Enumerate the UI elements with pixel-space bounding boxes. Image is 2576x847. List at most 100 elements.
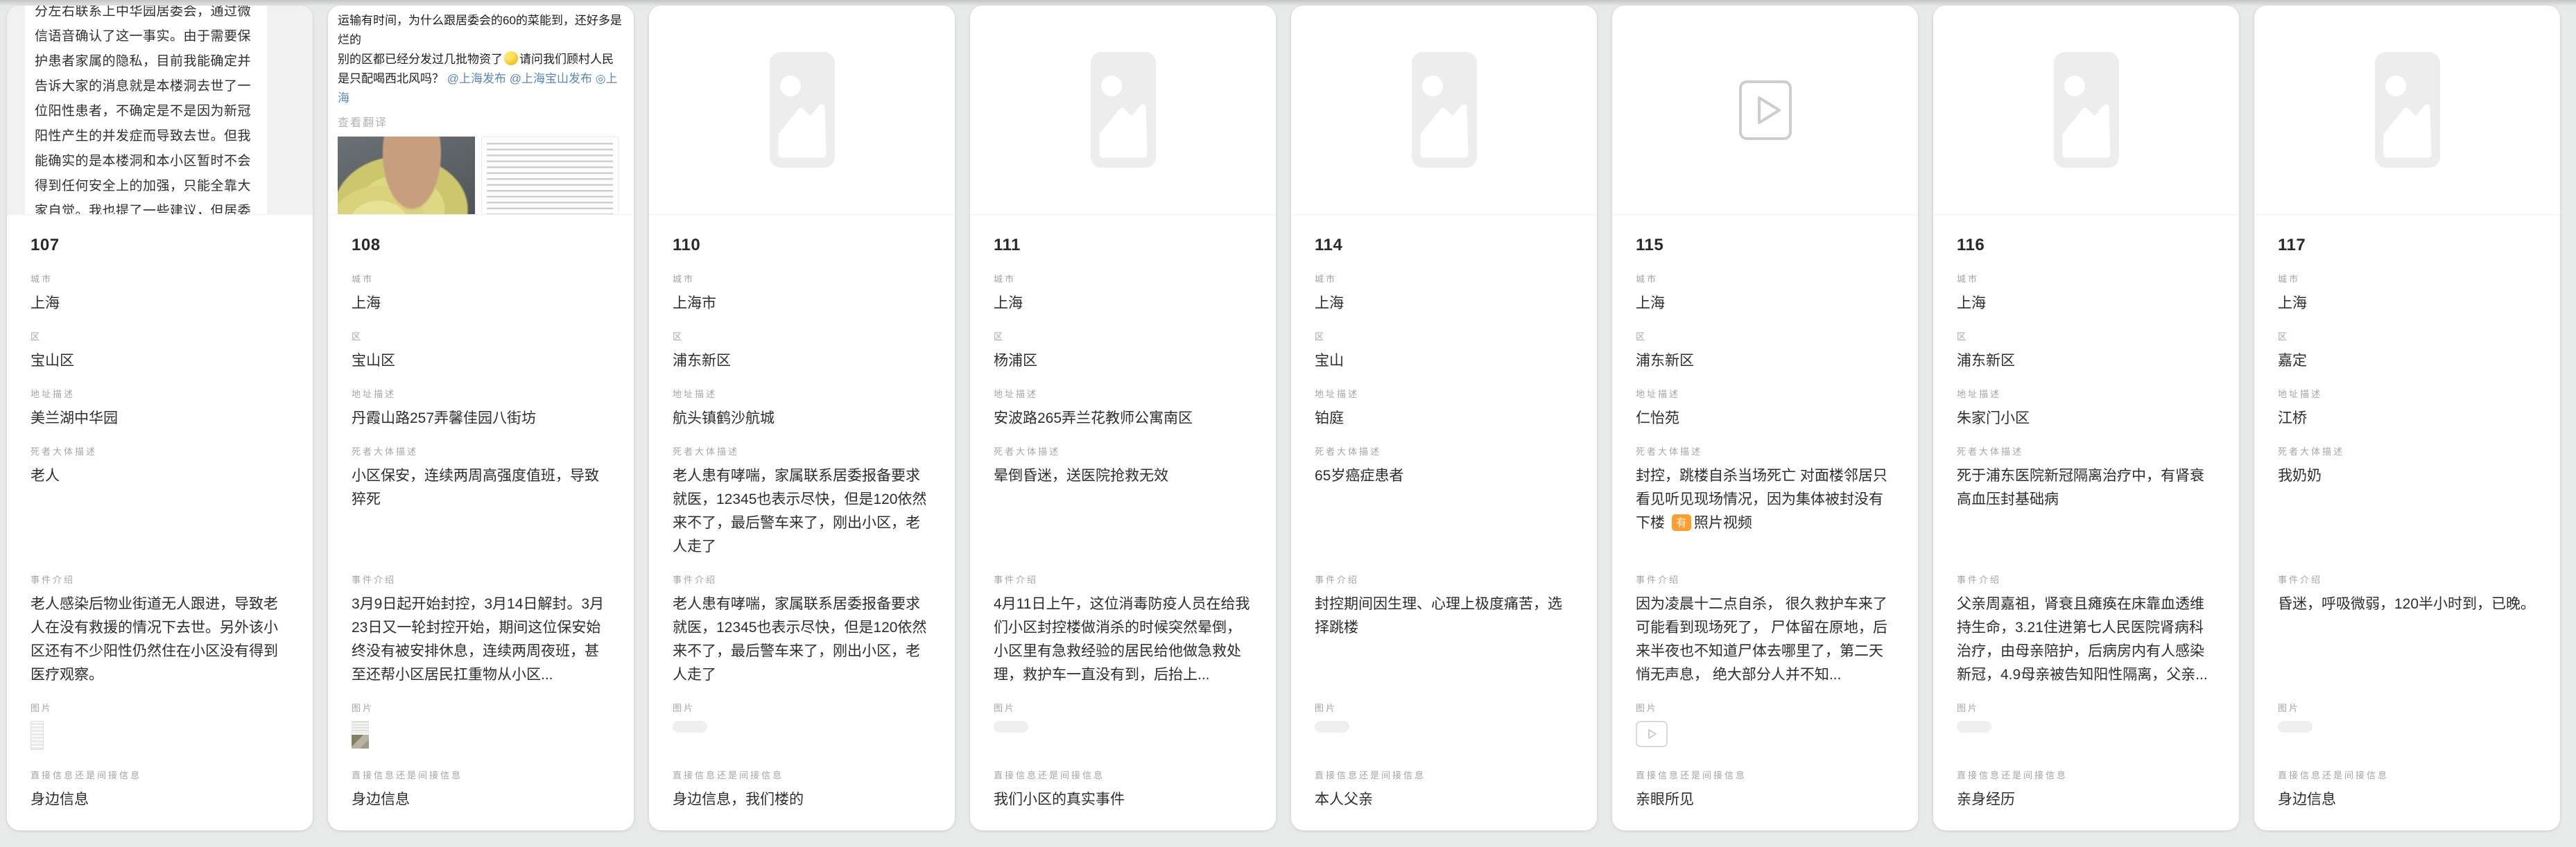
field-value-address: 丹霞山路257弄馨佳园八街坊 (352, 407, 610, 430)
has-photo-video-badge: 有 (1672, 514, 1691, 531)
field-address: 地址描述铂庭 (1315, 387, 1573, 430)
card-cover-video[interactable] (1612, 6, 1918, 215)
field-value-address: 美兰湖中华园 (31, 407, 289, 430)
field-image: 图片 (1636, 701, 1894, 754)
field-label-district: 区 (352, 329, 610, 342)
field-value-address: 铂庭 (1315, 407, 1573, 430)
field-city: 城市上海 (1957, 272, 2215, 315)
field-value-city: 上海市 (673, 292, 931, 315)
card-cover-image[interactable] (1933, 6, 2239, 215)
video-play-icon (1738, 80, 1792, 141)
field-label-intro: 事件介绍 (31, 573, 289, 586)
field-label-city: 城市 (1636, 272, 1894, 285)
card-cover-image[interactable]: 运输有时间，为什么跟居委会的60的菜能到，还好多是烂的 别的区都已经分发过几批物… (328, 6, 634, 215)
field-label-district: 区 (31, 329, 289, 342)
field-label-city: 城市 (352, 272, 610, 285)
field-image: 图片 (673, 701, 931, 754)
field-label-image: 图片 (2278, 701, 2536, 714)
field-address: 地址描述丹霞山路257弄馨佳园八街坊 (352, 387, 610, 430)
field-label-district: 区 (673, 329, 931, 342)
field-address: 地址描述仁怡苑 (1636, 387, 1894, 430)
field-label-address: 地址描述 (352, 387, 610, 400)
record-id: 115 (1636, 236, 1894, 255)
field-value-direct: 身边信息，我们楼的 (673, 788, 931, 812)
record-card[interactable]: 114 城市上海 区宝山 地址描述铂庭 死者大体描述65岁癌症患者 事件介绍封控… (1291, 6, 1597, 830)
image-thumbnail[interactable] (994, 721, 1028, 733)
card-cover-image[interactable] (2254, 6, 2560, 215)
field-event-intro: 事件介绍3月9日起开始封控，3月14日解封。3月23日又一轮封控开始，期间这位保… (352, 573, 610, 687)
field-image: 图片 (994, 701, 1252, 754)
field-value-city: 上海 (1636, 292, 1894, 315)
field-label-image: 图片 (994, 701, 1252, 714)
deceased-text-after: 照片视频 (1694, 515, 1752, 531)
field-city: 城市上海 (1636, 272, 1894, 315)
field-event-intro: 事件介绍因为凌晨十二点自杀， 很久救护车来了可能看到现场死了， 尸体留在原地，后… (1636, 573, 1894, 687)
field-city: 城市上海 (994, 272, 1252, 315)
field-label-deceased: 死者大体描述 (31, 444, 289, 457)
field-label-city: 城市 (1957, 272, 2215, 285)
field-value-district: 嘉定 (2278, 349, 2536, 373)
rotten-cabbage-photo[interactable] (338, 137, 475, 215)
field-city: 城市上海 (2278, 272, 2536, 315)
record-card[interactable]: 115 城市上海 区浦东新区 地址描述仁怡苑 死者大体描述 封控，跳楼自杀当场死… (1612, 6, 1918, 830)
field-label-image: 图片 (1957, 701, 2215, 714)
field-deceased-description: 死者大体描述 封控，跳楼自杀当场死亡 对面楼邻居只看见听见现场情况，因为集体被封… (1636, 444, 1894, 559)
card-cover-image[interactable] (649, 6, 955, 215)
field-value-deceased: 晕倒昏迷，送医院抢救无效 (994, 464, 1252, 559)
field-value-city: 上海 (352, 292, 610, 315)
field-label-direct: 直接信息还是间接信息 (1315, 768, 1573, 781)
field-label-district: 区 (2278, 329, 2536, 342)
field-image: 图片 (31, 701, 289, 754)
field-image: 图片 (2278, 701, 2536, 754)
field-value-deceased: 我奶奶 (2278, 464, 2536, 559)
field-label-district: 区 (1315, 329, 1573, 342)
video-thumbnail[interactable] (1636, 721, 1668, 747)
image-thumbnail[interactable] (1315, 721, 1349, 733)
record-card[interactable]: 117 城市上海 区嘉定 地址描述江桥 死者大体描述我奶奶 事件介绍昏迷，呼吸微… (2254, 6, 2560, 830)
card-cover-image[interactable] (1291, 6, 1597, 215)
card-body: 111 城市上海 区杨浦区 地址描述安波路265弄兰花教师公寓南区 死者大体描述… (970, 215, 1276, 830)
record-card[interactable]: 116 城市上海 区浦东新区 地址描述朱家门小区 死者大体描述死于浦东医院新冠隔… (1933, 6, 2239, 830)
field-label-intro: 事件介绍 (2278, 573, 2536, 586)
field-district: 区嘉定 (2278, 329, 2536, 373)
image-thumbnails[interactable] (352, 721, 610, 749)
view-translation-link[interactable]: 查看翻译 (338, 113, 624, 130)
image-thumbnail[interactable] (1957, 721, 1991, 733)
image-thumbnail[interactable] (2278, 721, 2313, 733)
field-value-direct: 亲身经历 (1957, 788, 2215, 812)
field-label-deceased: 死者大体描述 (1315, 444, 1573, 457)
field-value-deceased: 死于浦东医院新冠隔离治疗中，有肾衰高血压封基础病 (1957, 464, 2215, 559)
record-card[interactable]: 111 城市上海 区杨浦区 地址描述安波路265弄兰花教师公寓南区 死者大体描述… (970, 6, 1276, 830)
field-value-city: 上海 (994, 292, 1252, 315)
field-value-address: 航头镇鹤沙航城 (673, 407, 931, 430)
field-value-direct: 亲眼所见 (1636, 788, 1894, 812)
image-thumbnail[interactable] (31, 721, 44, 750)
field-info-type: 直接信息还是间接信息亲眼所见 (1636, 768, 1894, 812)
field-label-intro: 事件介绍 (1636, 573, 1894, 586)
record-card[interactable]: 110 城市上海市 区浦东新区 地址描述航头镇鹤沙航城 死者大体描述老人患有哮喘… (649, 6, 955, 830)
field-info-type: 直接信息还是间接信息身边信息 (31, 768, 289, 812)
field-value-intro: 3月9日起开始封控，3月14日解封。3月23日又一轮封控开始，期间这位保安始终没… (352, 593, 610, 687)
field-value-deceased: 老人 (31, 464, 289, 559)
field-label-district: 区 (994, 329, 1252, 342)
field-value-city: 上海 (1315, 292, 1573, 315)
field-info-type: 直接信息还是间接信息身边信息 (2278, 768, 2536, 812)
field-city: 城市上海 (1315, 272, 1573, 315)
record-card[interactable]: 分左右联系上中华园居委会，通过微信语音确认了这一事实。由于需要保护患者家属的隐私… (7, 6, 313, 830)
field-district: 区浦东新区 (673, 329, 931, 373)
card-cover-image[interactable]: 分左右联系上中华园居委会，通过微信语音确认了这一事实。由于需要保护患者家属的隐私… (7, 6, 313, 215)
field-district: 区宝山区 (31, 329, 289, 373)
text-document-photo[interactable] (481, 137, 619, 215)
record-card[interactable]: 运输有时间，为什么跟居委会的60的菜能到，还好多是烂的 别的区都已经分发过几批物… (328, 6, 634, 830)
field-value-district: 杨浦区 (994, 349, 1252, 373)
field-value-intro: 4月11日上午，这位消毒防疫人员在给我们小区封控楼做消杀的时候突然晕倒，小区里有… (994, 593, 1252, 687)
field-value-direct: 身边信息 (2278, 788, 2536, 812)
card-cover-image[interactable] (970, 6, 1276, 215)
field-label-deceased: 死者大体描述 (673, 444, 931, 457)
field-label-direct: 直接信息还是间接信息 (673, 768, 931, 781)
field-label-address: 地址描述 (994, 387, 1252, 400)
field-value-deceased: 小区保安，连续两周高强度值班，导致猝死 (352, 464, 610, 559)
post-line-1: 运输有时间，为什么跟居委会的60的菜能到，还好多是烂的 (338, 14, 622, 46)
image-thumbnail[interactable] (673, 721, 707, 733)
field-deceased-description: 死者大体描述65岁癌症患者 (1315, 444, 1573, 559)
